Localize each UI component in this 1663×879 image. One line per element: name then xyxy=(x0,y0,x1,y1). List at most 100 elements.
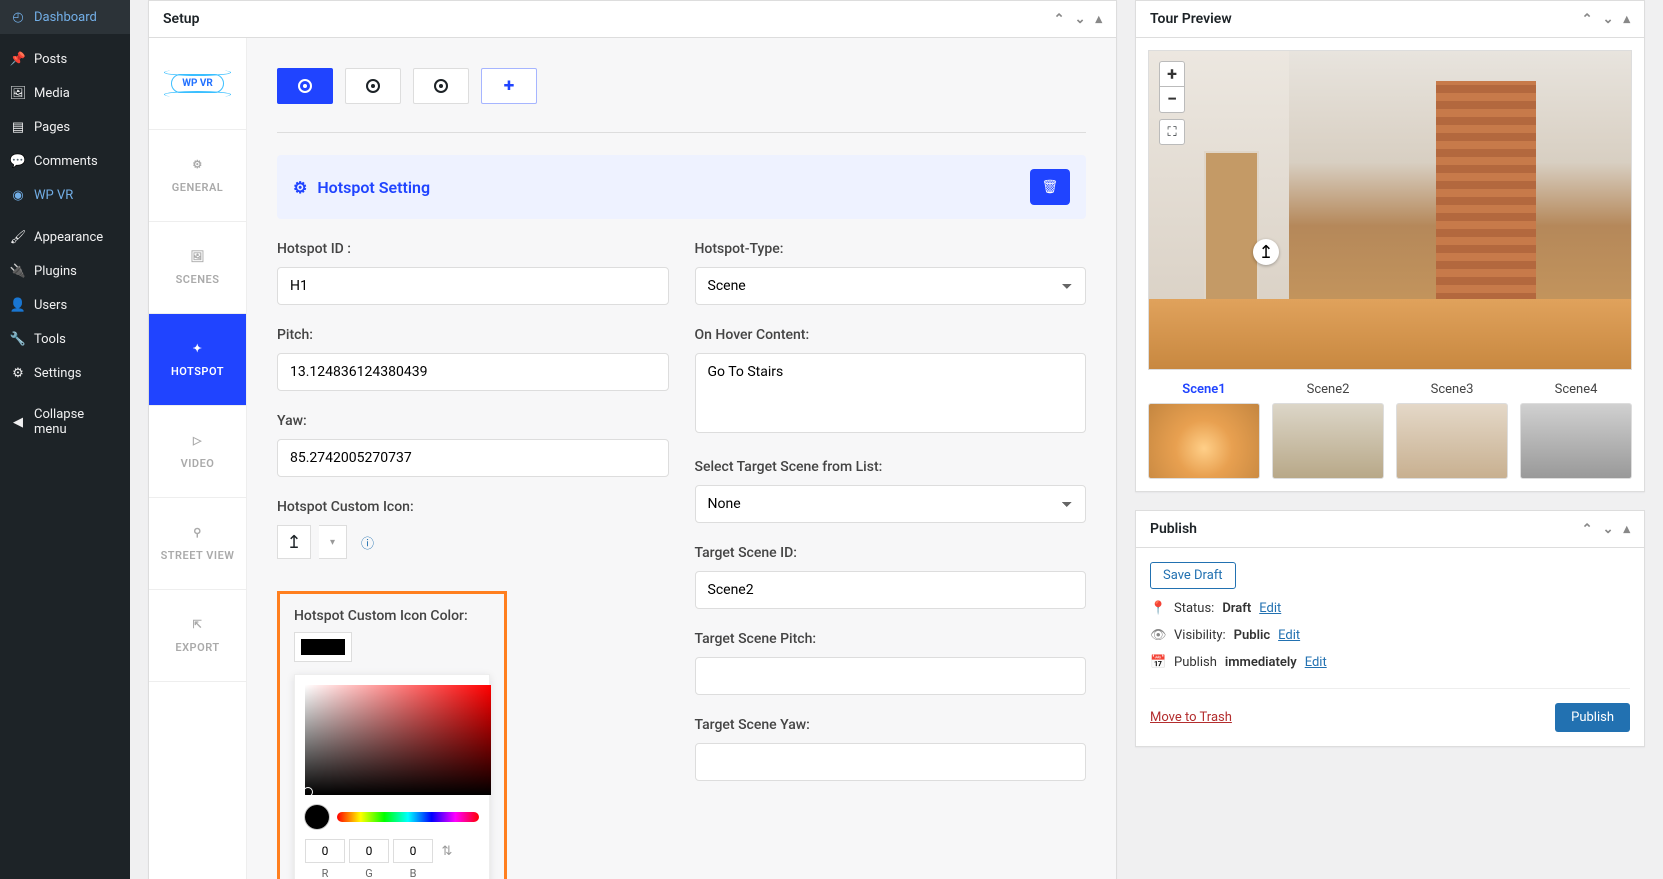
color-saturation-field[interactable] xyxy=(305,685,491,795)
image-icon: 🖼 xyxy=(190,250,204,263)
panel-down-icon[interactable]: ⌄ xyxy=(1603,12,1614,27)
hover-content-textarea[interactable]: Go To Stairs xyxy=(695,353,1087,433)
menu-label: Comments xyxy=(34,154,98,169)
menu-wpvr[interactable]: ◉WP VR xyxy=(0,178,130,212)
color-r-input[interactable] xyxy=(305,839,345,863)
setup-title: Setup xyxy=(163,11,199,27)
hotspot-marker[interactable]: ↥ xyxy=(1253,239,1279,265)
hotspot-nav-2[interactable] xyxy=(345,68,401,104)
menu-posts[interactable]: 📌Posts xyxy=(0,42,130,76)
hotspot-nav-1[interactable] xyxy=(277,68,333,104)
tab-scenes[interactable]: 🖼SCENES xyxy=(149,222,246,314)
panel-toggle-icon[interactable]: ▴ xyxy=(1623,12,1630,27)
publish-panel: Publish ⌃ ⌄ ▴ Save Draft 📍 Status: Draft… xyxy=(1135,510,1645,747)
target-pitch-input[interactable] xyxy=(695,657,1087,695)
visibility-edit-link[interactable]: Edit xyxy=(1278,628,1300,643)
icon-select-button[interactable]: ↥ xyxy=(277,525,311,559)
zoom-out-button[interactable]: − xyxy=(1159,87,1185,113)
yaw-input[interactable] xyxy=(277,439,669,477)
dot-icon xyxy=(298,79,312,93)
panel-up-icon[interactable]: ⌃ xyxy=(1582,522,1593,537)
video-icon: ▷ xyxy=(193,434,202,447)
status-edit-link[interactable]: Edit xyxy=(1259,601,1281,616)
hotspot-type-select[interactable]: Scene xyxy=(695,267,1087,305)
tour-title: Tour Preview xyxy=(1150,11,1232,27)
color-picker: ⇅ R G B xyxy=(294,674,490,879)
target-scene-select[interactable]: None xyxy=(695,485,1087,523)
label: Hotspot ID : xyxy=(277,241,669,257)
target-scene-id-input[interactable] xyxy=(695,571,1087,609)
move-to-trash-link[interactable]: Move to Trash xyxy=(1150,710,1232,725)
hotspot-id-input[interactable] xyxy=(277,267,669,305)
scene-thumb-4[interactable]: Scene4 xyxy=(1520,382,1632,479)
menu-pages[interactable]: ▤Pages xyxy=(0,110,130,144)
color-b-input[interactable] xyxy=(393,839,433,863)
tab-video[interactable]: ▷VIDEO xyxy=(149,406,246,498)
zoom-in-button[interactable]: + xyxy=(1159,61,1185,87)
g-label: G xyxy=(349,867,389,879)
tab-hotspot[interactable]: ✦HOTSPOT xyxy=(149,314,246,406)
panel-up-icon[interactable]: ⌃ xyxy=(1054,12,1065,27)
menu-plugins[interactable]: 🔌Plugins xyxy=(0,254,130,288)
color-cursor[interactable] xyxy=(303,787,313,797)
scene-thumb-2[interactable]: Scene2 xyxy=(1272,382,1384,479)
field-pitch: Pitch: xyxy=(277,327,669,391)
publish-title: Publish xyxy=(1150,521,1197,537)
panel-up-icon[interactable]: ⌃ xyxy=(1582,12,1593,27)
menu-media[interactable]: 🖼Media xyxy=(0,76,130,110)
panel-toggle-icon[interactable]: ▴ xyxy=(1095,12,1102,27)
setup-column: Setup ⌃ ⌄ ▴ WP VR ⚙GENERAL 🖼SCENES ✦HOTS… xyxy=(148,0,1117,861)
panorama-viewer[interactable]: + − ⛶ ↥ xyxy=(1148,50,1632,370)
hotspot-nav-add[interactable]: ✚ xyxy=(481,68,537,104)
tab-export[interactable]: ⇱EXPORT xyxy=(149,590,246,682)
media-icon: 🖼 xyxy=(10,85,26,101)
main-area: Setup ⌃ ⌄ ▴ WP VR ⚙GENERAL 🖼SCENES ✦HOTS… xyxy=(130,0,1663,879)
color-labels: R G B xyxy=(305,867,479,879)
scene-thumb-3[interactable]: Scene3 xyxy=(1396,382,1508,479)
menu-tools[interactable]: 🔧Tools xyxy=(0,322,130,356)
panel-down-icon[interactable]: ⌄ xyxy=(1075,12,1086,27)
menu-label: Plugins xyxy=(34,264,77,279)
thumb-label: Scene3 xyxy=(1431,382,1474,397)
color-section-highlighted: Hotspot Custom Icon Color: xyxy=(277,591,507,879)
icon-dropdown-button[interactable]: ▾ xyxy=(319,525,347,559)
tab-label: STREET VIEW xyxy=(161,549,235,562)
delete-hotspot-button[interactable]: 🗑 xyxy=(1030,169,1070,205)
fullscreen-button[interactable]: ⛶ xyxy=(1159,119,1185,145)
field-hotspot-id: Hotspot ID : xyxy=(277,241,669,305)
info-icon[interactable]: ⓘ xyxy=(361,533,374,552)
menu-users[interactable]: 👤Users xyxy=(0,288,130,322)
menu-appearance[interactable]: 🖌Appearance xyxy=(0,220,130,254)
tab-general[interactable]: ⚙GENERAL xyxy=(149,130,246,222)
field-target-scene-list: Select Target Scene from List: None xyxy=(695,459,1087,523)
floor-graphic xyxy=(1149,299,1631,369)
calendar-icon: 📅 xyxy=(1150,655,1166,670)
tour-preview-body: + − ⛶ ↥ Scene1 Scene2 Scene3 Scene4 xyxy=(1136,38,1644,491)
panel-down-icon[interactable]: ⌄ xyxy=(1603,522,1614,537)
scene-thumb-1[interactable]: Scene1 xyxy=(1148,382,1260,479)
hotspot-nav-3[interactable] xyxy=(413,68,469,104)
menu-dashboard[interactable]: ◴Dashboard xyxy=(0,0,130,34)
color-swatch-button[interactable] xyxy=(294,632,352,662)
setup-content: ✚ ⚙Hotspot Setting 🗑 Hotspot ID : xyxy=(247,38,1116,879)
save-draft-button[interactable]: Save Draft xyxy=(1150,562,1236,589)
status-value: Draft xyxy=(1222,601,1251,616)
panel-toggle-icon[interactable]: ▴ xyxy=(1623,522,1630,537)
visibility-value: Public xyxy=(1234,628,1270,643)
schedule-edit-link[interactable]: Edit xyxy=(1305,655,1327,670)
hue-slider[interactable] xyxy=(337,812,479,822)
panel-controls: ⌃ ⌄ ▴ xyxy=(1054,12,1102,27)
color-preview-circle xyxy=(305,805,329,829)
menu-comments[interactable]: 💬Comments xyxy=(0,144,130,178)
color-mode-toggle[interactable]: ⇅ xyxy=(437,839,457,863)
tour-preview-header: Tour Preview ⌃ ⌄ ▴ xyxy=(1136,1,1644,38)
tab-street-view[interactable]: ⚲STREET VIEW xyxy=(149,498,246,590)
publish-button[interactable]: Publish xyxy=(1555,703,1630,732)
color-g-input[interactable] xyxy=(349,839,389,863)
arrow-up-icon: ↥ xyxy=(286,532,301,553)
target-yaw-input[interactable] xyxy=(695,743,1087,781)
pitch-input[interactable] xyxy=(277,353,669,391)
menu-collapse[interactable]: ◀Collapse menu xyxy=(0,398,130,446)
menu-settings[interactable]: ⚙Settings xyxy=(0,356,130,390)
hotspot-setting-bar: ⚙Hotspot Setting 🗑 xyxy=(277,155,1086,219)
